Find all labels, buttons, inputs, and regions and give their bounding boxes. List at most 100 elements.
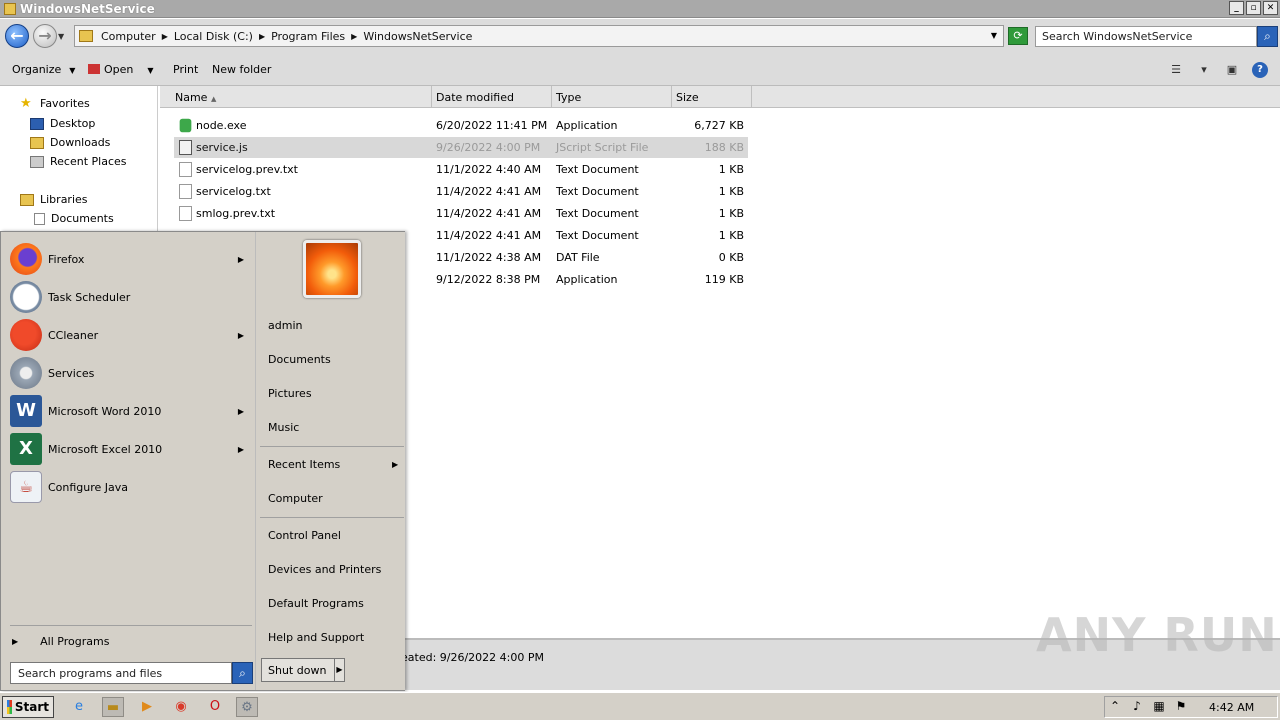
nav-favorites[interactable]: ★ Favorites — [20, 97, 90, 111]
link-documents[interactable]: Documents — [268, 353, 331, 366]
back-button[interactable]: ← — [5, 24, 29, 48]
link-computer[interactable]: Computer — [268, 492, 323, 505]
media-player-icon[interactable]: ▶ — [136, 697, 158, 717]
nav-documents[interactable]: Documents — [34, 212, 114, 225]
search-icon[interactable]: ⌕ — [232, 662, 253, 684]
column-size[interactable]: Size — [672, 86, 752, 108]
nav-desktop[interactable]: Desktop — [30, 117, 95, 130]
link-devices-printers[interactable]: Devices and Printers — [268, 563, 381, 576]
date-created-text: eated: 9/26/2022 4:00 PM — [401, 651, 544, 664]
minimize-button[interactable]: _ — [1229, 1, 1244, 15]
change-view-icon[interactable]: ☰ — [1168, 63, 1184, 77]
all-programs-button[interactable]: ▶ All Programs — [12, 635, 109, 648]
action-center-flag-icon[interactable]: ⚑ — [1173, 699, 1189, 713]
file-date: 11/4/2022 4:41 AM — [436, 229, 542, 242]
breadcrumb-computer[interactable]: Computer ▶ — [101, 30, 168, 43]
internet-explorer-icon[interactable]: e — [68, 697, 90, 717]
nav-recent-places[interactable]: Recent Places — [30, 155, 127, 168]
opera-icon[interactable]: O — [204, 697, 226, 717]
file-row[interactable]: servicelog.prev.txt 11/1/2022 4:40 AM Te… — [174, 159, 748, 180]
search-input[interactable]: Search WindowsNetService — [1035, 26, 1257, 47]
view-dropdown-icon[interactable]: ▾ — [1196, 63, 1212, 77]
file-date: 9/12/2022 8:38 PM — [436, 273, 541, 286]
window-controls: _ ▫ ✕ — [1229, 1, 1278, 15]
address-row: ← → ▼ Computer ▶ Local Disk (C:) ▶ Program… — [0, 19, 1280, 54]
file-size: 188 KB — [704, 141, 744, 154]
file-row[interactable]: node.exe 6/20/2022 11:41 PM Application … — [174, 115, 748, 136]
program-services[interactable]: Services — [10, 355, 254, 391]
maximize-button[interactable]: ▫ — [1246, 1, 1261, 15]
link-default-programs[interactable]: Default Programs — [268, 597, 364, 610]
file-row[interactable]: smlog.prev.txt 11/4/2022 4:41 AM Text Do… — [174, 203, 748, 224]
shutdown-button[interactable]: Shut down — [261, 658, 335, 682]
preview-pane-icon[interactable]: ▣ — [1224, 63, 1240, 77]
nav-libraries[interactable]: Libraries — [20, 193, 88, 206]
close-button[interactable]: ✕ — [1263, 1, 1278, 15]
link-music[interactable]: Music — [268, 421, 299, 434]
navigation-pane: ★ Favorites Desktop Downloads Recent Plac… — [0, 86, 158, 232]
breadcrumb-current-folder[interactable]: WindowsNetService — [363, 30, 472, 43]
recent-pages-dropdown[interactable]: ▼ — [58, 32, 64, 41]
file-name: service.js — [196, 141, 248, 154]
help-icon[interactable]: ? — [1252, 62, 1268, 78]
print-button[interactable]: Print — [173, 63, 198, 76]
volume-icon[interactable]: ♪ — [1129, 699, 1145, 713]
organize-button[interactable]: Organize ▼ — [12, 63, 75, 76]
file-size: 6,727 KB — [694, 119, 744, 132]
address-bar[interactable]: Computer ▶ Local Disk (C:) ▶ Program Files… — [74, 25, 1004, 47]
address-dropdown-icon[interactable]: ▼ — [991, 31, 997, 40]
link-help-support[interactable]: Help and Support — [268, 631, 364, 644]
column-type[interactable]: Type — [552, 86, 672, 108]
column-date-modified[interactable]: Date modified — [432, 86, 552, 108]
file-name: node.exe — [196, 119, 247, 132]
nav-downloads[interactable]: Downloads — [30, 136, 110, 149]
program-task-scheduler[interactable]: Task Scheduler — [10, 279, 254, 315]
program-firefox[interactable]: Firefox ▶ — [10, 241, 254, 277]
script-icon — [179, 140, 192, 155]
file-name: smlog.prev.txt — [196, 207, 276, 220]
window-title: WindowsNetService — [20, 1, 155, 16]
refresh-button[interactable]: ⟳ — [1008, 27, 1028, 45]
file-type: Application — [556, 119, 618, 132]
program-excel[interactable]: X Microsoft Excel 2010 ▶ — [10, 431, 254, 467]
shutdown-options-button[interactable]: ▶ — [335, 658, 345, 682]
desktop-icon — [30, 117, 44, 130]
file-date: 11/1/2022 4:38 AM — [436, 251, 542, 264]
libraries-icon — [20, 193, 34, 206]
program-configure-java[interactable]: ☕ Configure Java — [10, 469, 254, 505]
open-button[interactable]: Open ▼ — [88, 63, 154, 76]
program-word[interactable]: W Microsoft Word 2010 ▶ — [10, 393, 254, 429]
file-date: 6/20/2022 11:41 PM — [436, 119, 548, 132]
file-name: servicelog.prev.txt — [196, 163, 298, 176]
user-avatar[interactable] — [303, 240, 361, 298]
link-control-panel[interactable]: Control Panel — [268, 529, 341, 542]
text-file-icon — [179, 206, 192, 221]
start-button[interactable]: Start — [2, 696, 54, 718]
breadcrumb-program-files[interactable]: Program Files ▶ — [271, 30, 357, 43]
chrome-icon[interactable]: ◉ — [170, 697, 192, 717]
file-row-selected[interactable]: service.js 9/26/2022 4:00 PM JScript Scr… — [174, 137, 748, 158]
windows-logo-icon — [7, 700, 12, 714]
start-menu-places: admin Documents Pictures Music Recent It… — [255, 232, 405, 690]
new-folder-button[interactable]: New folder — [212, 63, 271, 76]
file-size: 1 KB — [718, 229, 744, 242]
link-recent-items[interactable]: Recent Items ▶ — [268, 458, 398, 471]
forward-button[interactable]: → — [33, 24, 57, 48]
services-icon[interactable]: ⚙ — [236, 697, 258, 717]
file-row[interactable]: servicelog.txt 11/4/2022 4:41 AM Text Do… — [174, 181, 748, 202]
file-date: 11/4/2022 4:41 AM — [436, 207, 542, 220]
link-user[interactable]: admin — [268, 319, 302, 332]
column-name[interactable]: Name ▲ — [170, 86, 432, 108]
text-file-icon — [179, 162, 192, 177]
explorer-icon[interactable]: ▬ — [102, 697, 124, 717]
network-icon[interactable]: ▦ — [1151, 699, 1167, 713]
link-pictures[interactable]: Pictures — [268, 387, 312, 400]
search-icon[interactable]: ⌕ — [1257, 26, 1278, 47]
program-ccleaner[interactable]: CCleaner ▶ — [10, 317, 254, 353]
system-tray: ⌃ ♪ ▦ ⚑ 4:42 AM — [1104, 696, 1278, 718]
show-hidden-icons-icon[interactable]: ⌃ — [1107, 699, 1123, 713]
file-type: Application — [556, 273, 618, 286]
start-search-input[interactable]: Search programs and files — [10, 662, 232, 684]
clock[interactable]: 4:42 AM — [1209, 701, 1254, 714]
breadcrumb-local-disk[interactable]: Local Disk (C:) ▶ — [174, 30, 265, 43]
